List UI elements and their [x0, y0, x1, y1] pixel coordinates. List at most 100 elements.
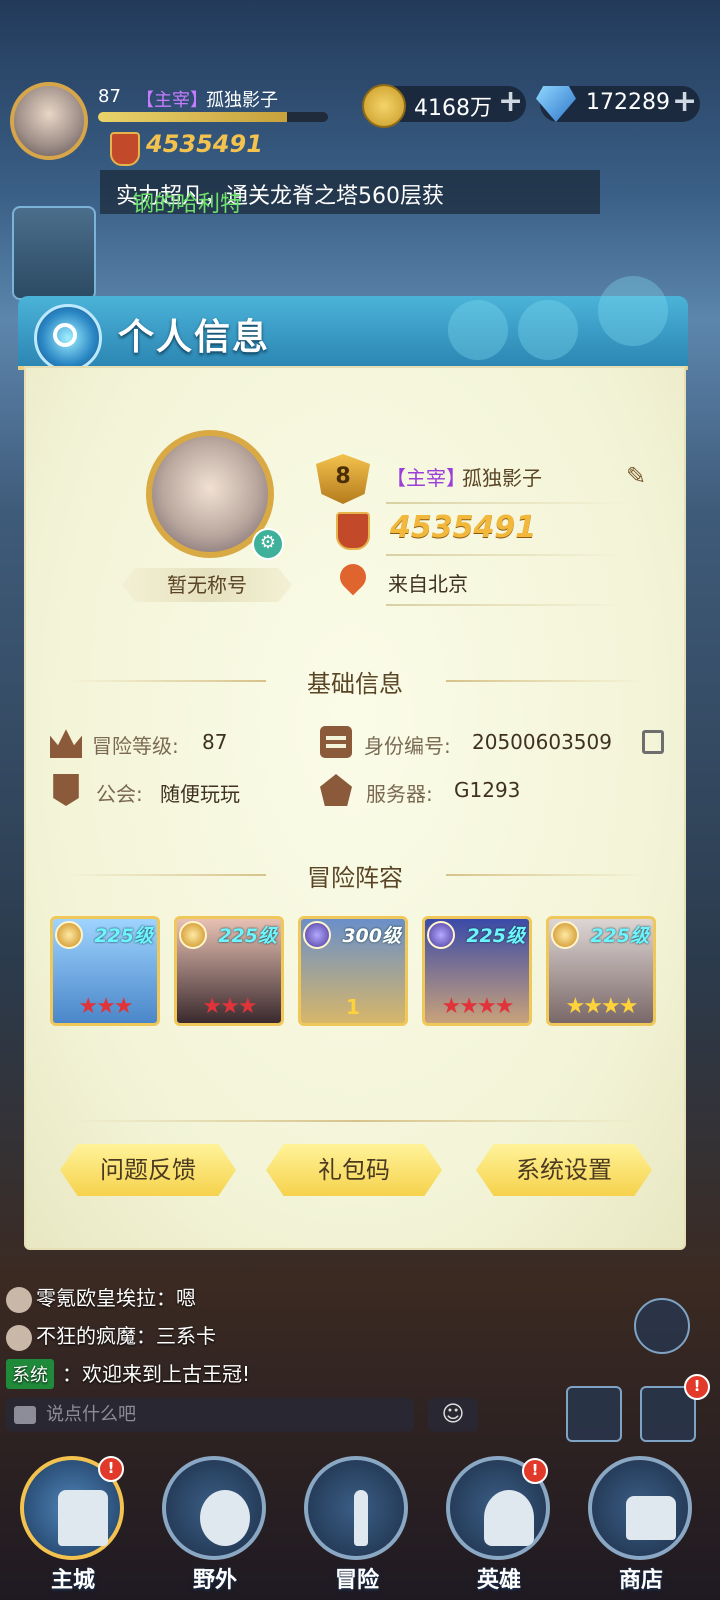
copy-id-icon[interactable]: [642, 730, 664, 754]
helmet-icon: [484, 1490, 534, 1546]
hero-card[interactable]: 300级 1: [298, 916, 408, 1026]
gold-coin-icon: [362, 84, 406, 128]
player-level: 87: [98, 86, 121, 107]
chat-line: 零氪欧皇埃拉：嗯: [6, 1282, 196, 1313]
panel-title: 个人信息: [118, 317, 271, 358]
hero-card[interactable]: 225级 ★★★★: [422, 916, 532, 1026]
system-tag: 系统: [6, 1359, 54, 1389]
adventure-level-value: 87: [202, 730, 228, 754]
void-element-icon: [303, 921, 331, 949]
nav-label: 野外: [192, 1568, 237, 1593]
chat-speaker: 不狂的疯魔: [36, 1324, 136, 1348]
decor-cat-icon: [518, 300, 578, 360]
chat-text: ：三系卡: [136, 1324, 216, 1348]
hero-stars: ★★★★: [565, 994, 639, 1019]
section-divider-right: [446, 680, 646, 682]
friends-button[interactable]: [634, 1298, 690, 1354]
light-element-icon: [55, 921, 83, 949]
alert-badge: !: [522, 1458, 548, 1484]
feedback-button[interactable]: 问题反馈: [60, 1144, 236, 1196]
system-settings-button[interactable]: 系统设置: [476, 1144, 652, 1196]
player-avatar[interactable]: [10, 82, 88, 160]
chat-input[interactable]: 说点什么吧: [6, 1398, 414, 1432]
nav-adventure[interactable]: 冒险: [298, 1450, 416, 1600]
nav-main-city[interactable]: ! 主城: [14, 1450, 132, 1600]
alert-badge: !: [98, 1456, 124, 1482]
nav-circle: [162, 1456, 266, 1560]
nav-circle: [304, 1456, 408, 1560]
system-message: ：欢迎来到上古王冠!: [62, 1362, 251, 1386]
divider: [386, 502, 626, 504]
hero-stars: ★★★: [78, 994, 133, 1019]
crown-icon: [50, 729, 82, 758]
profile-name: 孤独影子: [462, 466, 542, 490]
void-element-icon: [427, 921, 455, 949]
sword-icon: [354, 1490, 368, 1546]
player-badge[interactable]: 暂无称号: [122, 568, 292, 602]
divider: [386, 554, 626, 556]
player-name: 孤独影子: [206, 90, 278, 111]
diamond-value: 172289: [586, 90, 670, 115]
hero-level: 225级: [590, 925, 649, 947]
gift-code-button[interactable]: 礼包码: [266, 1144, 442, 1196]
id-value: 20500603509: [472, 730, 612, 754]
profile-power-icon: [336, 512, 370, 550]
location-pin-icon: [334, 558, 372, 596]
server-icon: [320, 774, 352, 806]
nav-shop[interactable]: 商店: [582, 1450, 700, 1600]
light-element-icon: [551, 921, 579, 949]
side-hero-portrait[interactable]: [12, 206, 96, 300]
add-diamond-button[interactable]: +: [672, 84, 697, 119]
chat-speaker: 零氪欧皇埃拉: [36, 1286, 156, 1310]
chat-line: 系统 ：欢迎来到上古王冠!: [6, 1358, 250, 1389]
hero-level: 225级: [94, 925, 153, 947]
add-gold-button[interactable]: +: [498, 84, 523, 119]
castle-icon: [58, 1490, 108, 1546]
id-card-icon: [320, 726, 352, 758]
shop-icon: [626, 1496, 676, 1540]
ticker-highlight: 钢的哈利特: [132, 192, 243, 214]
decor-warrior-icon: [598, 276, 668, 346]
hero-level: 300级: [342, 925, 401, 947]
guild-value: 随便玩玩: [160, 782, 240, 806]
profile-emblem-icon: [34, 304, 102, 372]
hero-level: 225级: [466, 925, 525, 947]
profile-location: 来自北京: [388, 572, 468, 596]
edit-name-pencil-icon[interactable]: ✎: [626, 462, 656, 492]
nav-wild[interactable]: 野外: [156, 1450, 274, 1600]
announcement-ticker: 钢的哈利特 实力超凡，通关龙脊之塔560层获: [100, 170, 600, 214]
section-divider-right: [446, 874, 646, 876]
alert-badge: !: [684, 1374, 710, 1400]
panel-header: 个人信息: [18, 276, 688, 372]
guild-label: 公会:: [96, 782, 143, 806]
profile-title-tag: 【主宰】: [386, 466, 466, 490]
xp-bar-fill: [98, 112, 287, 122]
hero-awaken-rank: 1: [346, 995, 360, 1019]
player-title-tag: 【主宰】: [136, 90, 208, 111]
chat-avatar: [6, 1324, 32, 1351]
gold-value: 4168万: [414, 96, 492, 121]
chat-bubble-icon: [14, 1406, 36, 1424]
chat-avatar: [6, 1286, 32, 1313]
portal-icon: [200, 1490, 250, 1546]
nav-heroes[interactable]: ! 英雄: [440, 1450, 558, 1600]
nav-label: 英雄: [476, 1568, 521, 1593]
vip-level: 8: [335, 464, 351, 489]
player-power: 4535491: [146, 130, 263, 158]
power-icon: [110, 132, 140, 166]
nav-label: 商店: [618, 1568, 663, 1593]
hero-card[interactable]: 225级 ★★★: [50, 916, 160, 1026]
hero-card[interactable]: 225级 ★★★★: [546, 916, 656, 1026]
id-label: 身份编号:: [364, 734, 451, 758]
panel-body: ⚙ 暂无称号 8 【主宰】 孤独影子 ✎ 4535491 来自北京 基础信息 冒…: [24, 366, 686, 1250]
hero-stars: ★★★: [202, 994, 257, 1019]
chat-text: ：嗯: [156, 1286, 196, 1310]
ranking-button[interactable]: [566, 1386, 622, 1442]
divider: [386, 604, 626, 606]
avatar-settings-gear-icon[interactable]: ⚙: [252, 528, 284, 560]
emoji-button[interactable]: ☺: [428, 1398, 478, 1432]
hero-card[interactable]: 225级 ★★★: [174, 916, 284, 1026]
xp-bar: [98, 112, 328, 122]
server-value: G1293: [454, 778, 521, 802]
profile-power: 4535491: [390, 510, 537, 545]
